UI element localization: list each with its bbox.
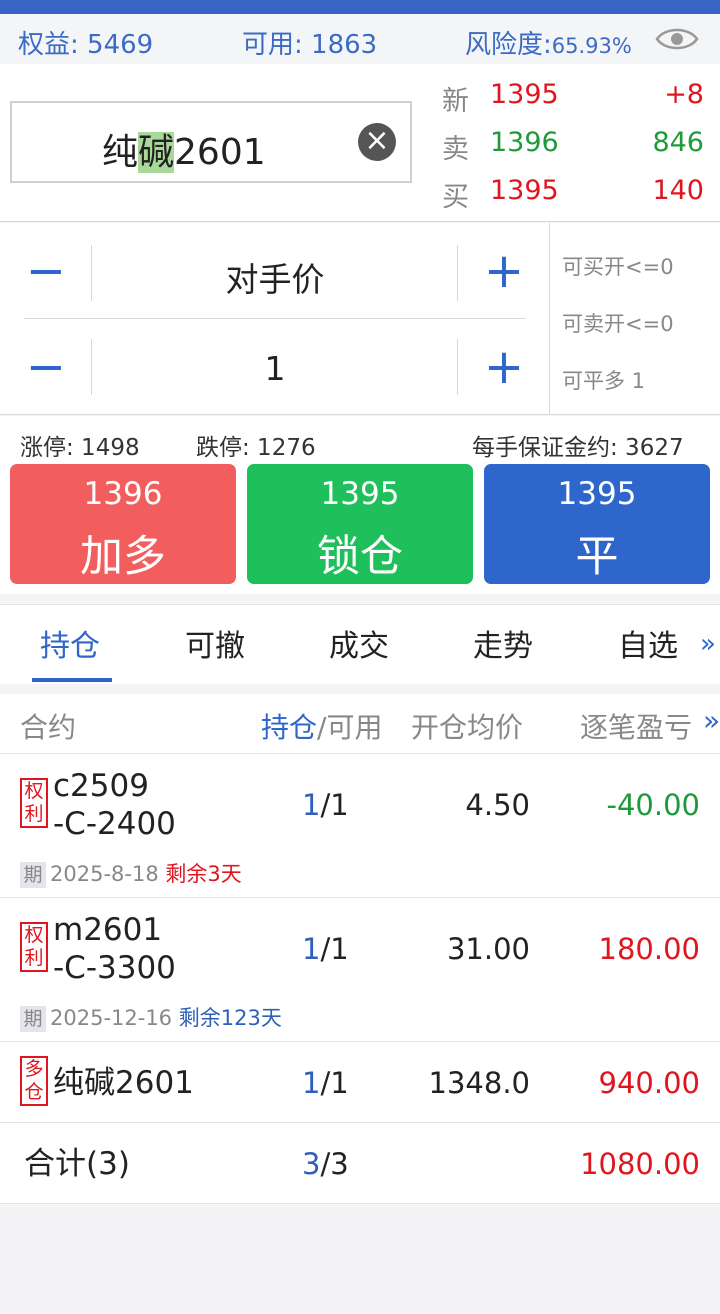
tab-positions[interactable]: 持仓 <box>40 621 100 665</box>
avg-open-price: 31.00 <box>446 932 530 966</box>
position-available: 1/1 <box>302 788 349 822</box>
quote-panel: 纯碱2601 × 新 1395 +8 卖 1396 846 买 1395 140 <box>0 64 720 222</box>
positions-table-header: 合约 持仓/可用 开仓均价 逐笔盈亏 » <box>0 694 720 754</box>
button-label: 锁仓 <box>317 532 403 582</box>
position-available: 1/1 <box>302 932 349 966</box>
lock-position-button[interactable]: 1395 锁仓 <box>247 464 473 584</box>
symbol-text: 纯碱2601 <box>102 132 266 173</box>
divider <box>457 339 458 395</box>
pnl-value: 180.00 <box>598 932 700 966</box>
button-label: 平 <box>575 532 619 582</box>
order-entry-panel: − 对手价 + − 1 + 可买开<=0 可卖开<=0 可平多 1 <box>0 223 720 415</box>
divider <box>91 339 92 395</box>
button-price: 1396 <box>83 476 163 512</box>
equity: 权益: 5469 <box>18 30 154 60</box>
limit-up: 涨停: 1498 <box>20 435 140 461</box>
expiry-icon: 期 <box>20 1006 46 1032</box>
ask-row: 卖 1396 846 <box>442 127 704 165</box>
last-price-row: 新 1395 +8 <box>442 79 704 117</box>
total-label: 合计(3) <box>24 1146 130 1182</box>
available-funds: 可用: 1863 <box>242 30 378 60</box>
button-label: 加多 <box>80 532 166 582</box>
chevron-right-icon[interactable]: » <box>700 629 716 659</box>
tab-bar: 持仓 可撤 成交 走势 自选 » <box>0 604 720 684</box>
can-sell-open: 可卖开<=0 <box>562 312 674 336</box>
bid-row: 买 1395 140 <box>442 175 704 213</box>
account-summary-bar: 权益: 5469 可用: 1863 风险度:65.93% <box>0 14 720 64</box>
price-minus-button[interactable]: − <box>21 247 71 295</box>
contract-name: m2601 -C-3300 <box>53 912 176 986</box>
table-row[interactable]: 多仓 纯碱2601 1/1 1348.0 940.00 <box>0 1042 720 1123</box>
quantity-plus-button[interactable]: + <box>479 343 529 391</box>
option-right-tag: 权利 <box>20 778 48 828</box>
pnl-value: 940.00 <box>598 1066 700 1100</box>
table-row[interactable]: 权利 m2601 -C-3300 1/1 31.00 180.00 期 2025-1… <box>0 898 720 1042</box>
tab-cancelable[interactable]: 可撤 <box>185 621 245 665</box>
divider <box>457 245 458 301</box>
expiry-line: 期 2025-12-16 剩余123天 <box>20 1002 282 1032</box>
margin-per-lot: 每手保证金约: 3627 <box>472 435 684 461</box>
avg-open-price: 4.50 <box>465 788 530 822</box>
chevron-right-icon[interactable]: » <box>703 704 720 737</box>
tab-watchlist[interactable]: 自选 <box>618 621 678 665</box>
position-available: 1/1 <box>302 1066 349 1100</box>
available-lots-info: 可买开<=0 可卖开<=0 可平多 1 <box>549 223 720 415</box>
table-row[interactable]: 权利 c2509 -C-2400 1/1 4.50 -40.00 期 2025-8-… <box>0 754 720 898</box>
tab-trades[interactable]: 成交 <box>329 621 389 665</box>
long-position-tag: 多仓 <box>20 1056 48 1106</box>
contract-name: c2509 -C-2400 <box>53 768 176 842</box>
can-buy-open: 可买开<=0 <box>562 255 674 279</box>
total-position-available: 3/3 <box>302 1147 349 1181</box>
price-plus-button[interactable]: + <box>479 247 529 295</box>
price-type-field[interactable]: 对手价 <box>95 253 455 301</box>
limit-down: 跌停: 1276 <box>196 435 316 461</box>
expiry-line: 期 2025-8-18 剩余3天 <box>20 858 242 888</box>
option-right-tag: 权利 <box>20 922 48 972</box>
symbol-input[interactable]: 纯碱2601 × <box>10 101 412 183</box>
risk-level: 风险度:65.93% <box>465 30 632 60</box>
tab-trend[interactable]: 走势 <box>473 621 533 665</box>
trade-buttons: 1396 加多 1395 锁仓 1395 平 <box>0 464 720 594</box>
divider <box>24 318 526 319</box>
contract-name: 纯碱2601 <box>53 1065 194 1101</box>
add-long-button[interactable]: 1396 加多 <box>10 464 236 584</box>
col-position[interactable]: 持仓/可用 <box>261 706 382 746</box>
price-limits-bar: 涨停: 1498 跌停: 1276 每手保证金约: 3627 <box>0 416 720 464</box>
top-accent-bar <box>0 0 720 14</box>
avg-open-price: 1348.0 <box>428 1066 530 1100</box>
close-position-button[interactable]: 1395 平 <box>484 464 710 584</box>
expiry-icon: 期 <box>20 862 46 888</box>
can-close-long: 可平多 1 <box>562 369 646 393</box>
col-avg-price: 开仓均价 <box>411 711 524 744</box>
col-pnl[interactable]: 逐笔盈亏 <box>580 706 692 746</box>
divider <box>91 245 92 301</box>
pnl-value: -40.00 <box>606 788 701 822</box>
button-price: 1395 <box>557 476 637 512</box>
button-price: 1395 <box>320 476 400 512</box>
col-contract: 合约 <box>20 711 77 744</box>
clear-icon[interactable]: × <box>358 123 396 161</box>
eye-icon[interactable] <box>655 24 699 54</box>
total-row: 合计(3) 3/3 1080.00 <box>0 1123 720 1204</box>
total-pnl: 1080.00 <box>580 1147 700 1181</box>
quantity-field[interactable]: 1 <box>95 349 455 388</box>
active-tab-indicator <box>32 678 112 682</box>
quantity-minus-button[interactable]: − <box>21 343 71 391</box>
